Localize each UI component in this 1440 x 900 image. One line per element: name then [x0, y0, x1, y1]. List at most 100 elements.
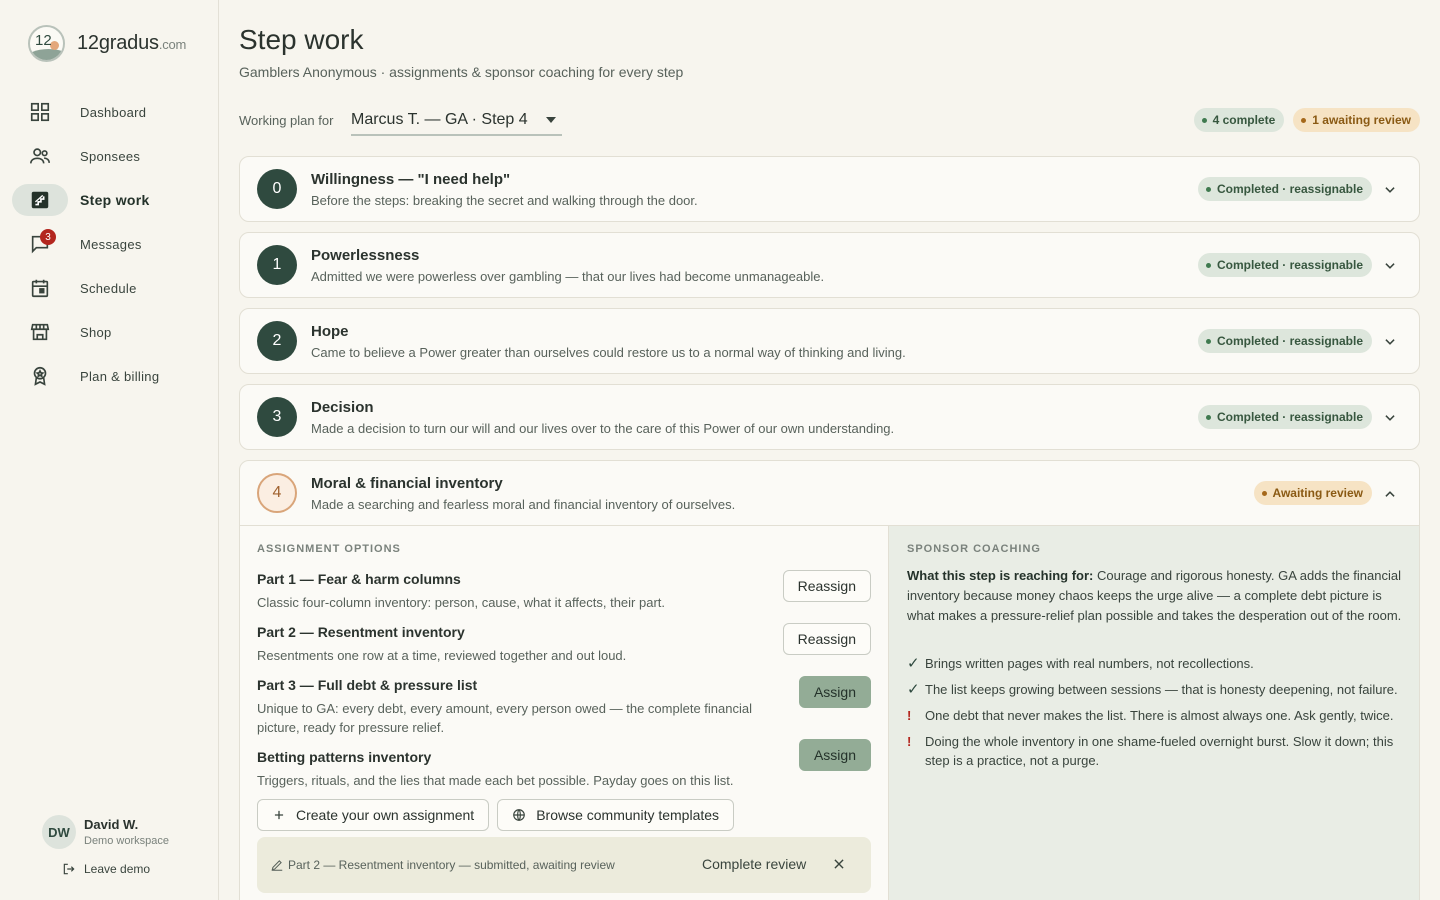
- complete-count-text: 4 complete: [1212, 113, 1276, 127]
- plan-label: Working plan for: [239, 113, 334, 128]
- coaching-lead-strong: What this step is reaching for:: [907, 568, 1094, 583]
- sidebar-item-dashboard[interactable]: Dashboard: [12, 96, 207, 128]
- step-description: Made a searching and fearless moral and …: [311, 497, 736, 512]
- leave-demo-link[interactable]: Leave demo: [62, 862, 150, 876]
- awaiting-count-text: 1 awaiting review: [1312, 113, 1411, 127]
- brand[interactable]: 12 12gradus.com: [28, 25, 186, 62]
- messages-badge: 3: [40, 229, 56, 245]
- chevron-down-icon: [1385, 187, 1395, 193]
- status-badge-text: Completed · reassignable: [1216, 258, 1363, 272]
- step-title: Powerlessness: [311, 247, 420, 264]
- create-assignment-button[interactable]: Create your own assignment: [257, 799, 490, 831]
- status-badge-text: Completed · reassignable: [1216, 182, 1363, 196]
- logo-icon: 12: [28, 25, 65, 62]
- sidebar-item-shop[interactable]: Shop: [12, 316, 207, 348]
- sidebar-item-label: Plan & billing: [80, 368, 160, 384]
- step-list: 0 Willingness — "I need help" Before the…: [239, 156, 1420, 900]
- plan-row: Working plan for Marcus T. — GA · Step 4…: [239, 104, 1420, 138]
- assignment-option: Part 3 — Full debt & pressure list Uniqu…: [257, 676, 871, 737]
- assignment-description: Classic four-column inventory: person, c…: [257, 595, 665, 610]
- step-number: 2: [257, 321, 297, 361]
- step-description: Came to believe a Power greater than our…: [311, 345, 906, 360]
- review-notice-text: Part 2 — Resentment inventory — submitte…: [270, 858, 615, 872]
- awaiting-count-chip: 1 awaiting review: [1293, 108, 1420, 132]
- people-icon: [12, 140, 68, 172]
- sponsor-coaching-panel: SPONSOR COACHING What this step is reach…: [888, 526, 1419, 900]
- assignment-option: Part 1 — Fear & harm columns Classic fou…: [257, 570, 871, 612]
- coaching-tip-text: Brings written pages with real numbers, …: [925, 656, 1254, 671]
- brand-domain: .com: [158, 37, 187, 52]
- globe-icon: [513, 809, 526, 821]
- assignment-description: Resentments one row at a time, reviewed …: [257, 648, 627, 663]
- status-badge: Completed · reassignable: [1197, 329, 1372, 353]
- review-notice-message: Part 2 — Resentment inventory — submitte…: [288, 858, 615, 872]
- complete-review-button[interactable]: Complete review: [702, 856, 806, 872]
- pen-icon: [271, 860, 283, 871]
- step-card-3[interactable]: 3 Decision Made a decision to turn our w…: [239, 384, 1420, 450]
- step-card-2[interactable]: 2 Hope Came to believe a Power greater t…: [239, 308, 1420, 374]
- coaching-tip: ✓ Brings written pages with real numbers…: [907, 654, 1402, 673]
- logout-icon: [63, 863, 75, 875]
- user-name: David W.: [84, 817, 139, 832]
- reassign-button[interactable]: Reassign: [782, 570, 871, 602]
- step-header[interactable]: 4 Moral & financial inventory Made a sea…: [240, 461, 1419, 526]
- browse-templates-button[interactable]: Browse community templates: [497, 799, 735, 831]
- expand-button[interactable]: [1379, 255, 1401, 277]
- assignment-title: Part 2 — Resentment inventory: [257, 624, 465, 640]
- expand-button[interactable]: [1379, 331, 1401, 353]
- check-icon: ✓: [907, 655, 920, 672]
- status-badge-text: Completed · reassignable: [1216, 410, 1363, 424]
- sidebar-item-sponsees[interactable]: Sponsees: [12, 140, 207, 172]
- sidebar: 12 12gradus.com Dashboard Sponsees Step …: [0, 0, 219, 900]
- brand-name-text: 12gradus: [77, 32, 159, 54]
- reassign-button[interactable]: Reassign: [782, 623, 871, 655]
- calendar-icon: [12, 272, 68, 304]
- assign-button[interactable]: Assign: [798, 676, 871, 708]
- browse-templates-label: Browse community templates: [536, 807, 720, 823]
- plan-select[interactable]: Marcus T. — GA · Step 4: [351, 104, 562, 136]
- sidebar-item-label: Step work: [80, 192, 150, 208]
- plus-icon: [274, 810, 284, 820]
- page-subtitle: Gamblers Anonymous · assignments & spons…: [239, 64, 684, 80]
- sidebar-item-label: Sponsees: [80, 148, 141, 164]
- avatar: DW: [42, 815, 76, 849]
- step-card-1[interactable]: 1 Powerlessness Admitted we were powerle…: [239, 232, 1420, 298]
- summary-chips: 4 complete 1 awaiting review: [1193, 108, 1420, 132]
- assignment-option: Part 2 — Resentment inventory Resentment…: [257, 623, 871, 665]
- close-icon[interactable]: [832, 857, 846, 871]
- create-assignment-label: Create your own assignment: [296, 807, 475, 823]
- complete-count-chip: 4 complete: [1193, 108, 1285, 132]
- expand-button[interactable]: [1379, 179, 1401, 201]
- collapse-button[interactable]: [1379, 483, 1401, 505]
- coaching-tip-text: The list keeps growing between sessions …: [925, 682, 1398, 697]
- caret-down-icon: [546, 117, 556, 123]
- sidebar-item-messages[interactable]: 3 Messages: [12, 228, 207, 260]
- expand-button[interactable]: [1379, 407, 1401, 429]
- sidebar-item-label: Messages: [80, 236, 142, 252]
- user-workspace: Demo workspace: [84, 835, 169, 847]
- step-card-0[interactable]: 0 Willingness — "I need help" Before the…: [239, 156, 1420, 222]
- coaching-tip-text: One debt that never makes the list. Ther…: [925, 708, 1394, 723]
- brand-name: 12gradus.com: [77, 32, 186, 55]
- step-number: 1: [257, 245, 297, 285]
- sidebar-item-schedule[interactable]: Schedule: [12, 272, 207, 304]
- step-title: Decision: [311, 399, 374, 416]
- chevron-down-icon: [1385, 263, 1395, 269]
- check-icon: ✓: [907, 681, 920, 698]
- step-title: Willingness — "I need help": [311, 171, 511, 188]
- assignment-actions: Create your own assignment Browse commun…: [257, 799, 735, 831]
- sidebar-item-plan-billing[interactable]: Plan & billing: [12, 360, 207, 392]
- status-badge: Completed · reassignable: [1197, 405, 1372, 429]
- leave-demo-label: Leave demo: [84, 862, 151, 876]
- sidebar-item-step-work[interactable]: Step work: [12, 184, 207, 216]
- assign-button[interactable]: Assign: [798, 739, 871, 771]
- assignment-option: Betting patterns inventory Triggers, rit…: [257, 739, 871, 790]
- user-card[interactable]: DW David W. Demo workspace: [42, 815, 169, 849]
- status-badge-text: Awaiting review: [1272, 486, 1363, 500]
- assignment-title: Part 3 — Full debt & pressure list: [257, 677, 478, 693]
- sponsor-coaching-heading: SPONSOR COACHING: [907, 543, 1041, 555]
- plan-select-value: Marcus T. — GA · Step 4: [351, 111, 528, 128]
- step-title: Hope: [311, 323, 349, 340]
- chevron-up-icon: [1385, 491, 1395, 497]
- step-card-4: 4 Moral & financial inventory Made a sea…: [239, 460, 1420, 900]
